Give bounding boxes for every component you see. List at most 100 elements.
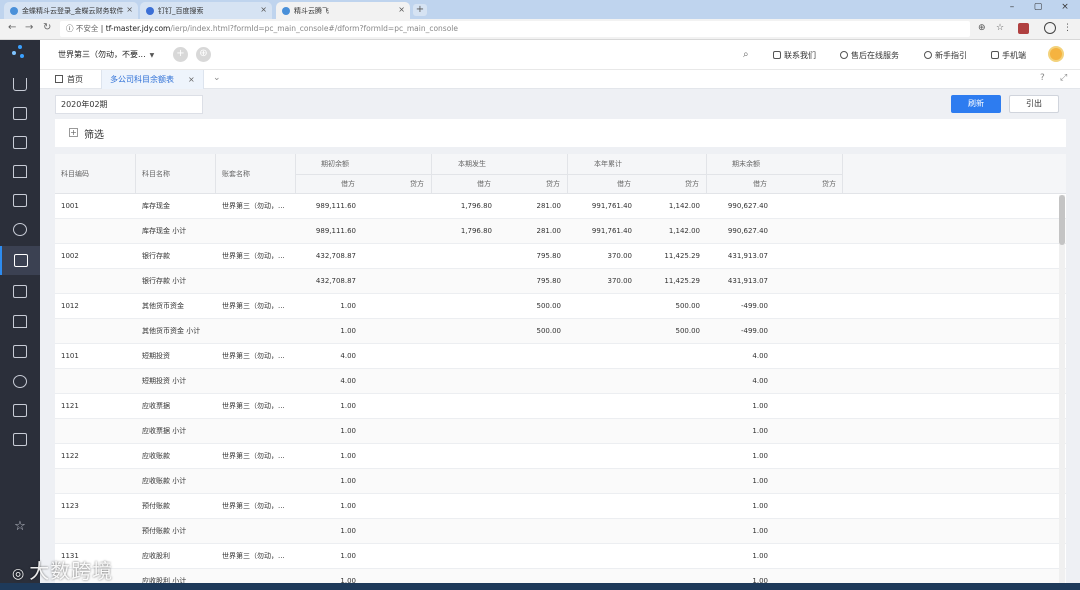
cell-closing-debit: 1.00 [752, 527, 768, 535]
sidebar-item-assets[interactable] [0, 307, 40, 336]
minimize-icon[interactable]: – [998, 0, 1026, 16]
sidebar-item-purchase[interactable] [0, 128, 40, 157]
sidebar-item-money[interactable] [0, 215, 40, 244]
extension-icon[interactable] [1018, 23, 1029, 34]
watermark-logo-icon: ◎ [12, 566, 26, 582]
zoom-icon[interactable]: ⊕ [978, 23, 986, 33]
cell-closing-debit: 1.00 [752, 552, 768, 560]
close-icon[interactable]: × [188, 75, 195, 84]
sidebar-item-apps[interactable] [0, 396, 40, 425]
window-close-icon[interactable]: × [1051, 0, 1079, 16]
sidebar-item-favorites[interactable]: ☆ [0, 512, 40, 541]
sidebar-item-funds[interactable] [0, 186, 40, 215]
cell-year-credit [640, 394, 700, 418]
table-row[interactable]: 应收票据 小计 1.00 1.00 [55, 419, 1066, 444]
browser-menu-icon[interactable]: ⋮ [1063, 23, 1072, 33]
tab-home[interactable]: 首页 [55, 70, 83, 89]
sidebar-item-inventory[interactable] [0, 337, 40, 366]
bookmark-star-icon[interactable]: ☆ [996, 23, 1004, 33]
cart-icon [13, 78, 27, 91]
avatar[interactable] [1048, 46, 1064, 62]
new-tab-button[interactable]: + [413, 4, 427, 16]
sidebar-item-settings[interactable] [0, 367, 40, 396]
cell-closing-credit [777, 219, 837, 243]
cell-closing-debit: 1.00 [752, 477, 768, 485]
cell-closing-debit: 1.00 [752, 502, 768, 510]
sidebar-item-finance[interactable] [0, 246, 40, 275]
table-row[interactable]: 应收账款 小计 1.00 1.00 [55, 469, 1066, 494]
url-input[interactable]: ⓘ 不安全 | tf-master.jdy.com/ierp/index.htm… [60, 21, 970, 37]
search-icon[interactable]: ⌕ [743, 49, 749, 60]
home-icon [55, 75, 63, 83]
refresh-button[interactable]: 刷新 [951, 95, 1001, 113]
header-divider [135, 154, 136, 194]
table-row[interactable]: 1131 应收股利 世界第三（勿动，... 1.00 1.00 [55, 544, 1066, 569]
period-selector[interactable]: 2020年02期 [55, 95, 203, 114]
browser-tab-strip: 金蝶精斗云登录_金蝶云财务软件 × 钉钉_百度搜索 × 精斗云腾飞 × + – … [0, 0, 1080, 19]
cell-name: 银行存款 [142, 252, 170, 260]
shield-icon [13, 194, 27, 207]
guide-link[interactable]: 新手指引 [924, 50, 967, 61]
company-selector[interactable]: 世界第三（勿动，不要... ▼ [58, 49, 154, 60]
table-row[interactable]: 银行存款 小计 432,708.87 795.80 370.00 11,425.29 43… [55, 269, 1066, 294]
jdy-favicon-icon [282, 6, 290, 15]
tab-balance-sheet[interactable]: 多公司科目余额表 × [101, 70, 204, 89]
contact-us-link[interactable]: 联系我们 [773, 50, 816, 61]
table-row[interactable]: 短期投资 小计 4.00 4.00 [55, 369, 1066, 394]
browser-tab-2[interactable]: 钉钉_百度搜索 × [140, 2, 272, 19]
close-tab-icon[interactable]: × [126, 5, 133, 14]
table-row[interactable]: 1122 应收账款 世界第三（勿动，... 1.00 1.00 [55, 444, 1066, 469]
sidebar-item-sales[interactable] [0, 70, 40, 99]
switch-icon[interactable]: ⊕ [196, 47, 211, 62]
sidebar-item-warehouse[interactable] [0, 157, 40, 186]
expand-icon[interactable]: + [69, 128, 78, 137]
add-icon[interactable]: + [173, 47, 188, 62]
table-row[interactable]: 1001 库存现金 世界第三（勿动，... 989,111.60 1,796.80 281… [55, 194, 1066, 219]
browser-tab-1[interactable]: 金蝶精斗云登录_金蝶云财务软件 × [4, 2, 138, 19]
table-row[interactable]: 其他货币资金 小计 1.00 500.00 500.00 -499.00 [55, 319, 1066, 344]
cell-year-debit [572, 444, 632, 468]
help-icon[interactable]: ? [1040, 73, 1045, 83]
cell-closing-credit [777, 419, 837, 443]
reload-icon[interactable]: ↻ [43, 22, 51, 33]
table-row[interactable]: 预付账款 小计 1.00 1.00 [55, 519, 1066, 544]
cell-code: 1001 [61, 202, 79, 210]
profile-icon[interactable] [1044, 22, 1056, 34]
cell-closing-debit: 1.00 [752, 427, 768, 435]
back-icon[interactable]: ← [8, 22, 16, 33]
monitor-icon [14, 254, 28, 267]
export-button[interactable]: 引出 [1009, 95, 1059, 113]
fullscreen-icon[interactable]: ⤢ [1060, 73, 1067, 83]
maximize-icon[interactable]: ▢ [1024, 0, 1052, 16]
table-row[interactable]: 1123 预付账款 世界第三（勿动，... 1.00 1.00 [55, 494, 1066, 519]
sidebar-item-messages[interactable] [0, 425, 40, 454]
tabs-dropdown-icon[interactable]: ⌄ [213, 73, 221, 83]
table-row[interactable]: 1002 银行存款 世界第三（勿动，... 432,708.87 795.80 370.0… [55, 244, 1066, 269]
table-row[interactable]: 1012 其他货币资金 世界第三（勿动，... 1.00 500.00 500.00 -49… [55, 294, 1066, 319]
forward-icon[interactable]: → [25, 22, 33, 33]
table-row[interactable]: 1121 应收票据 世界第三（勿动，... 1.00 1.00 [55, 394, 1066, 419]
browser-tab-3[interactable]: 精斗云腾飞 × [276, 2, 410, 19]
sidebar-item-report[interactable] [0, 99, 40, 128]
cell-year-credit: 11,425.29 [664, 277, 700, 285]
header-debit: 借方 [617, 180, 631, 188]
cell-year-debit [572, 469, 632, 493]
after-sales-link[interactable]: 售后在线服务 [840, 50, 899, 61]
cell-name: 库存现金 小计 [142, 227, 187, 235]
app-logo-icon[interactable] [12, 45, 28, 61]
cell-opening-debit: 1.00 [340, 552, 356, 560]
mobile-link[interactable]: 手机端 [991, 50, 1026, 61]
table-row[interactable]: 1101 短期投资 世界第三（勿动，... 4.00 4.00 [55, 344, 1066, 369]
cell-book: 世界第三（勿动，... [222, 552, 285, 560]
cell-year-debit [572, 344, 632, 368]
header-divider [295, 174, 843, 175]
cell-opening-debit: 1.00 [340, 502, 356, 510]
scrollbar-thumb[interactable] [1059, 195, 1065, 245]
cell-book: 世界第三（勿动，... [222, 252, 285, 260]
close-tab-icon[interactable]: × [260, 5, 267, 14]
close-tab-icon[interactable]: × [398, 5, 405, 14]
vertical-scrollbar[interactable] [1059, 195, 1065, 590]
sidebar-item-voucher[interactable] [0, 277, 40, 306]
table-row[interactable]: 库存现金 小计 989,111.60 1,796.80 281.00 991,761.4… [55, 219, 1066, 244]
filter-toggle[interactable]: 筛选 [84, 126, 104, 141]
